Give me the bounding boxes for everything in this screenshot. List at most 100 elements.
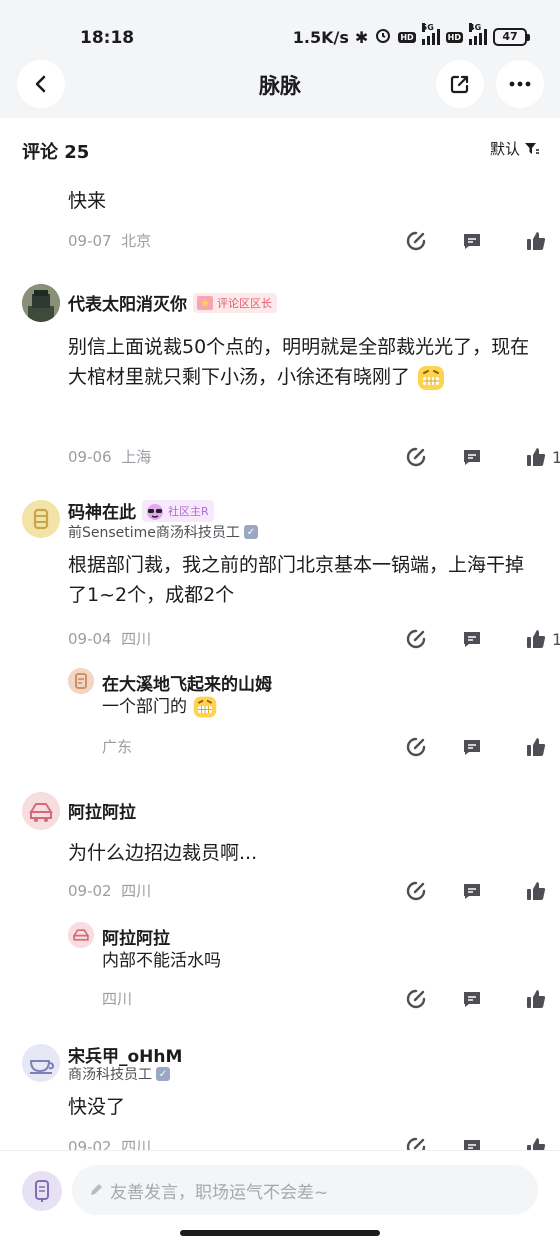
battery-level: 47: [493, 28, 527, 46]
reply-button[interactable]: [406, 734, 426, 760]
comment-button[interactable]: [462, 1134, 482, 1150]
comment-meta: 09-04 四川: [68, 630, 152, 648]
reply-pencil-icon: [406, 881, 426, 901]
avatar[interactable]: [22, 1044, 60, 1082]
book-star-icon: [197, 295, 213, 310]
nav-bar: 脉脉: [0, 56, 560, 118]
like-button[interactable]: [526, 734, 546, 760]
comment-button[interactable]: [462, 228, 482, 254]
reply-pencil-icon: [406, 447, 426, 467]
comment-actions: 1: [380, 626, 560, 652]
comment-item: 快来 09-07 北京: [0, 176, 560, 276]
comment-author-name[interactable]: 代表太阳消灭你: [68, 290, 187, 315]
thumbs-up-icon: [527, 1138, 546, 1150]
like-button[interactable]: [526, 878, 546, 904]
comment-author-name[interactable]: 阿拉阿拉: [68, 798, 136, 823]
comment-text: 根据部门裁，我之前的部门北京基本一锅端，上海干掉了1~2个，成都2个: [68, 554, 525, 606]
comment-input-placeholder: 友善发言，职场运气不会差~: [110, 1182, 329, 1203]
comment-text: 快没了: [68, 1096, 126, 1118]
verified-check-icon: ✓: [243, 525, 258, 539]
comments-header: 评论 25 默认: [0, 118, 560, 176]
reply-pencil-icon: [406, 1137, 426, 1150]
hd-icon-2: HD: [445, 31, 463, 43]
thumbs-up-icon: [527, 882, 546, 900]
verified-check-icon: ✓: [156, 1067, 170, 1081]
bluetooth-icon: ✱: [354, 27, 369, 47]
comment-author-row: 代表太阳消灭你 评论区区长: [68, 290, 277, 315]
comment-meta: 09-02 四川: [68, 1138, 152, 1150]
chat-bubble-icon: [464, 1140, 480, 1150]
comment-button[interactable]: [462, 986, 482, 1012]
comment-button[interactable]: [462, 444, 482, 470]
more-icon: [509, 81, 531, 87]
sort-button[interactable]: 默认: [490, 138, 540, 159]
reply-meta: 广东: [102, 738, 133, 756]
reply-text: 一个部门的: [102, 694, 560, 720]
sort-label: 默认: [489, 140, 520, 158]
comment-button[interactable]: [462, 734, 482, 760]
avatar[interactable]: [22, 792, 60, 830]
reply-button[interactable]: [406, 878, 426, 904]
reply-button[interactable]: [406, 228, 426, 254]
comment-input[interactable]: 友善发言，职场运气不会差~: [72, 1165, 538, 1215]
comment-text: 为什么边招边裁员啊...: [68, 842, 258, 864]
comments-count-title: 评论 25: [22, 142, 90, 163]
signal-4g-icon: 4G: [469, 23, 487, 45]
comment-text: 别信上面说裁50个点的，明明就是全部裁光光了，现在大棺材里就只剩下小汤，小徐还有…: [68, 332, 538, 393]
reply-avatar[interactable]: [68, 922, 94, 948]
like-button[interactable]: [526, 1134, 546, 1150]
reply-button[interactable]: [406, 444, 426, 470]
thumbs-up-icon: [527, 630, 546, 648]
share-button[interactable]: [436, 60, 484, 108]
my-avatar[interactable]: [22, 1171, 62, 1211]
comment-meta: 09-02 四川: [68, 882, 152, 900]
comment-text: 快来: [68, 190, 107, 212]
chat-bubble-icon: [464, 992, 480, 1007]
like-button[interactable]: 1: [526, 444, 560, 470]
grin-emoji-icon: [192, 694, 218, 720]
thumbs-up-icon: [527, 448, 546, 466]
reply-pencil-icon: [406, 737, 426, 757]
avatar[interactable]: [22, 284, 60, 322]
comment-meta: 09-07 北京: [68, 232, 152, 250]
comment-author-row: 码神在此 社区主R: [68, 498, 214, 523]
role-badge: 评论区区长: [193, 292, 277, 313]
thumbs-up-icon: [527, 738, 546, 756]
home-indicator[interactable]: [180, 1230, 380, 1236]
reply-author-name[interactable]: 在大溪地飞起来的山姆: [102, 670, 272, 695]
pencil-icon: [91, 1184, 102, 1195]
author-company: 前Sensetime商汤科技员工 ✓: [68, 522, 258, 542]
comment-item: 宋兵甲_oHhM 商汤科技员工 ✓ 快没了 09-02 四川: [0, 1040, 560, 1150]
role-badge: 社区主R: [142, 499, 214, 522]
reply-author-row: 在大溪地飞起来的山姆: [102, 670, 272, 695]
thumbs-up-icon: [527, 232, 546, 250]
like-count: 1: [552, 447, 560, 467]
chat-bubble-icon: [464, 632, 480, 647]
reply-author-name[interactable]: 阿拉阿拉: [102, 924, 170, 949]
comment-author-name[interactable]: 码神在此: [68, 498, 136, 523]
chat-bubble-icon: [464, 740, 480, 755]
avatar[interactable]: [22, 500, 60, 538]
reply-avatar[interactable]: [68, 668, 94, 694]
reply-button[interactable]: [406, 1134, 426, 1150]
like-button[interactable]: 1: [526, 626, 560, 652]
comment-actions: [380, 1134, 560, 1150]
comment-actions: [380, 228, 560, 254]
reply-meta: 四川: [102, 990, 133, 1008]
comment-actions: [380, 878, 560, 904]
share-icon: [450, 75, 469, 94]
alarm-icon: [374, 26, 392, 48]
comment-actions: 1: [380, 444, 560, 470]
reply-button[interactable]: [406, 626, 426, 652]
like-button[interactable]: [526, 228, 546, 254]
reply-actions: [380, 986, 560, 1012]
net-speed: 1.5K/s: [292, 27, 349, 47]
battery-icon: 47: [493, 28, 530, 46]
more-button[interactable]: [496, 60, 544, 108]
like-button[interactable]: [526, 986, 546, 1012]
reply-pencil-icon: [406, 231, 426, 251]
comment-button[interactable]: [462, 878, 482, 904]
reply-button[interactable]: [406, 986, 426, 1012]
like-count: 1: [552, 629, 560, 649]
comment-button[interactable]: [462, 626, 482, 652]
